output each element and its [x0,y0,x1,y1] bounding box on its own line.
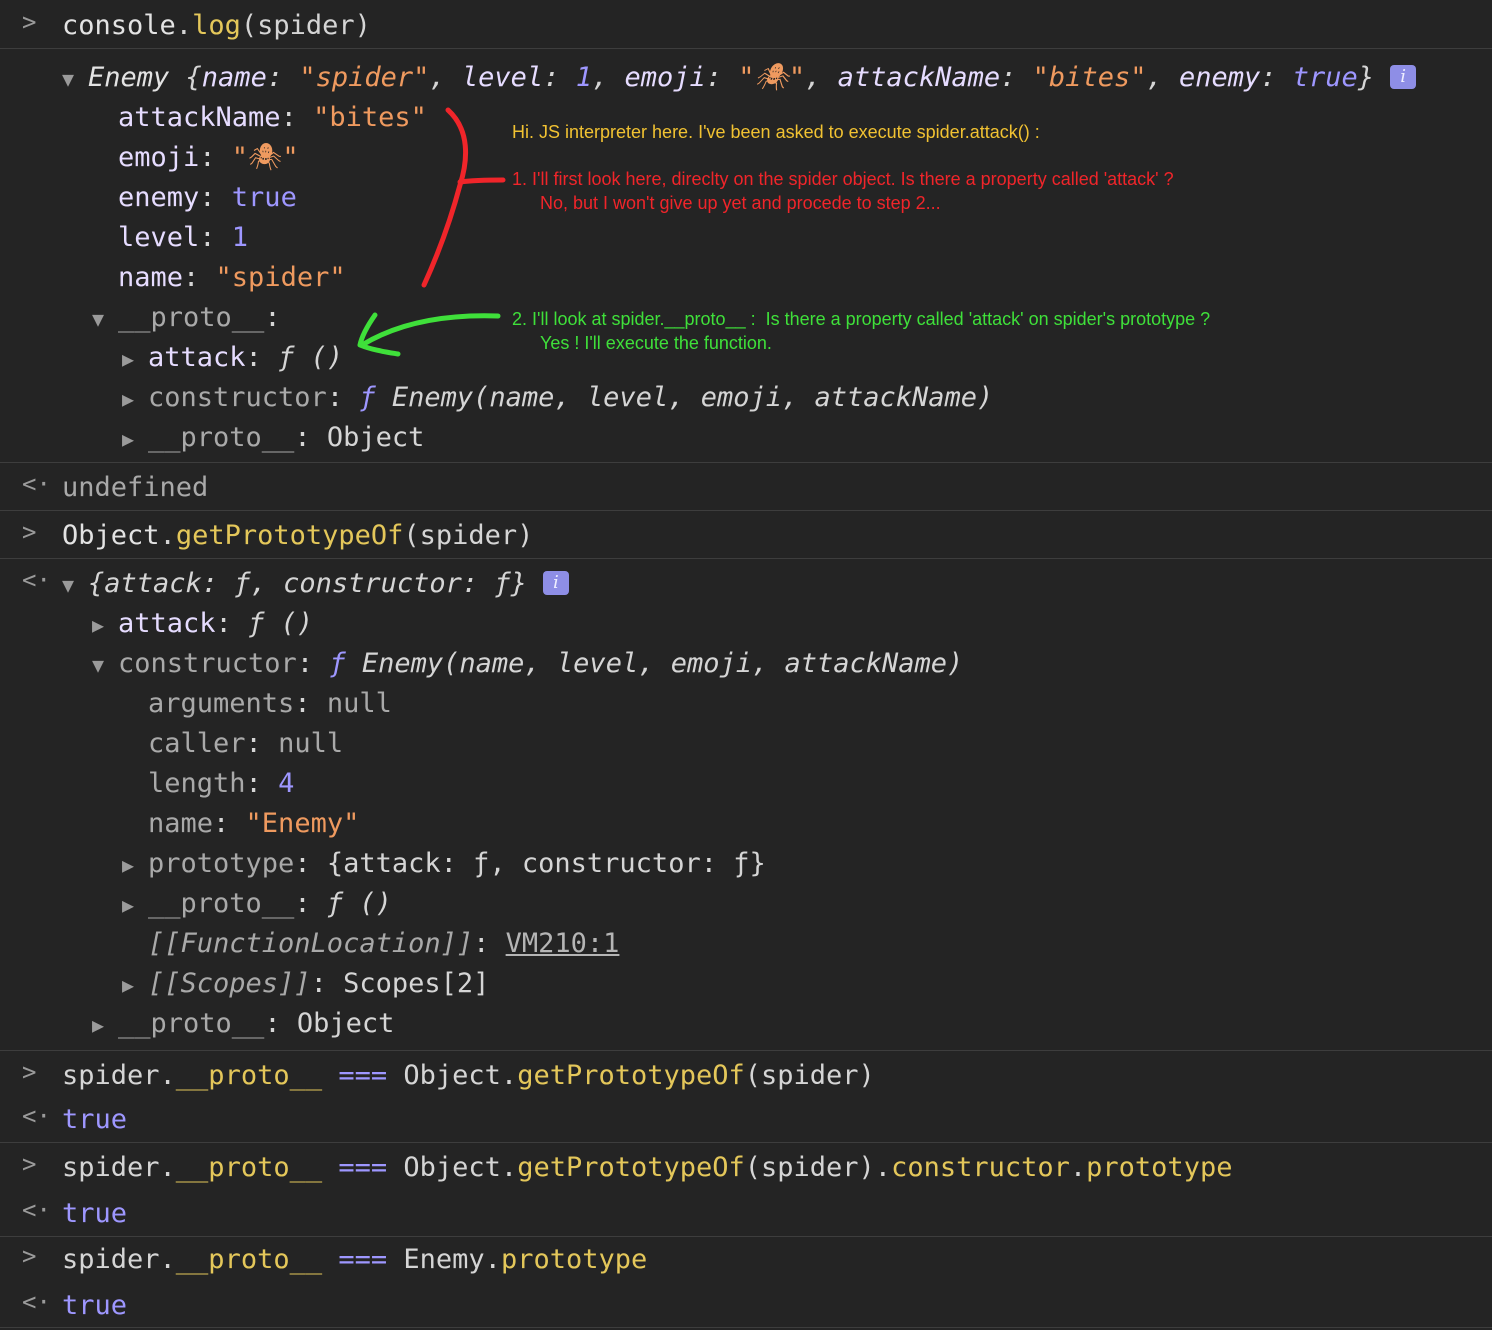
red-bracket [421,107,469,288]
annotation-step1-line1: 1. I'll first look here, direclty on the… [512,169,1174,189]
annotation-step2-line1: 2. I'll look at spider.__proto__ : Is th… [512,309,1211,329]
green-arrow [359,313,501,348]
annotation-step2-line2: Yes ! I'll execute the function. [540,333,772,353]
annotation-intro: Hi. JS interpreter here. I've been asked… [512,122,1040,142]
red-bracket-tip [457,177,506,185]
annotation-step1-line2: No, but I won't give up yet and procede … [540,193,941,213]
